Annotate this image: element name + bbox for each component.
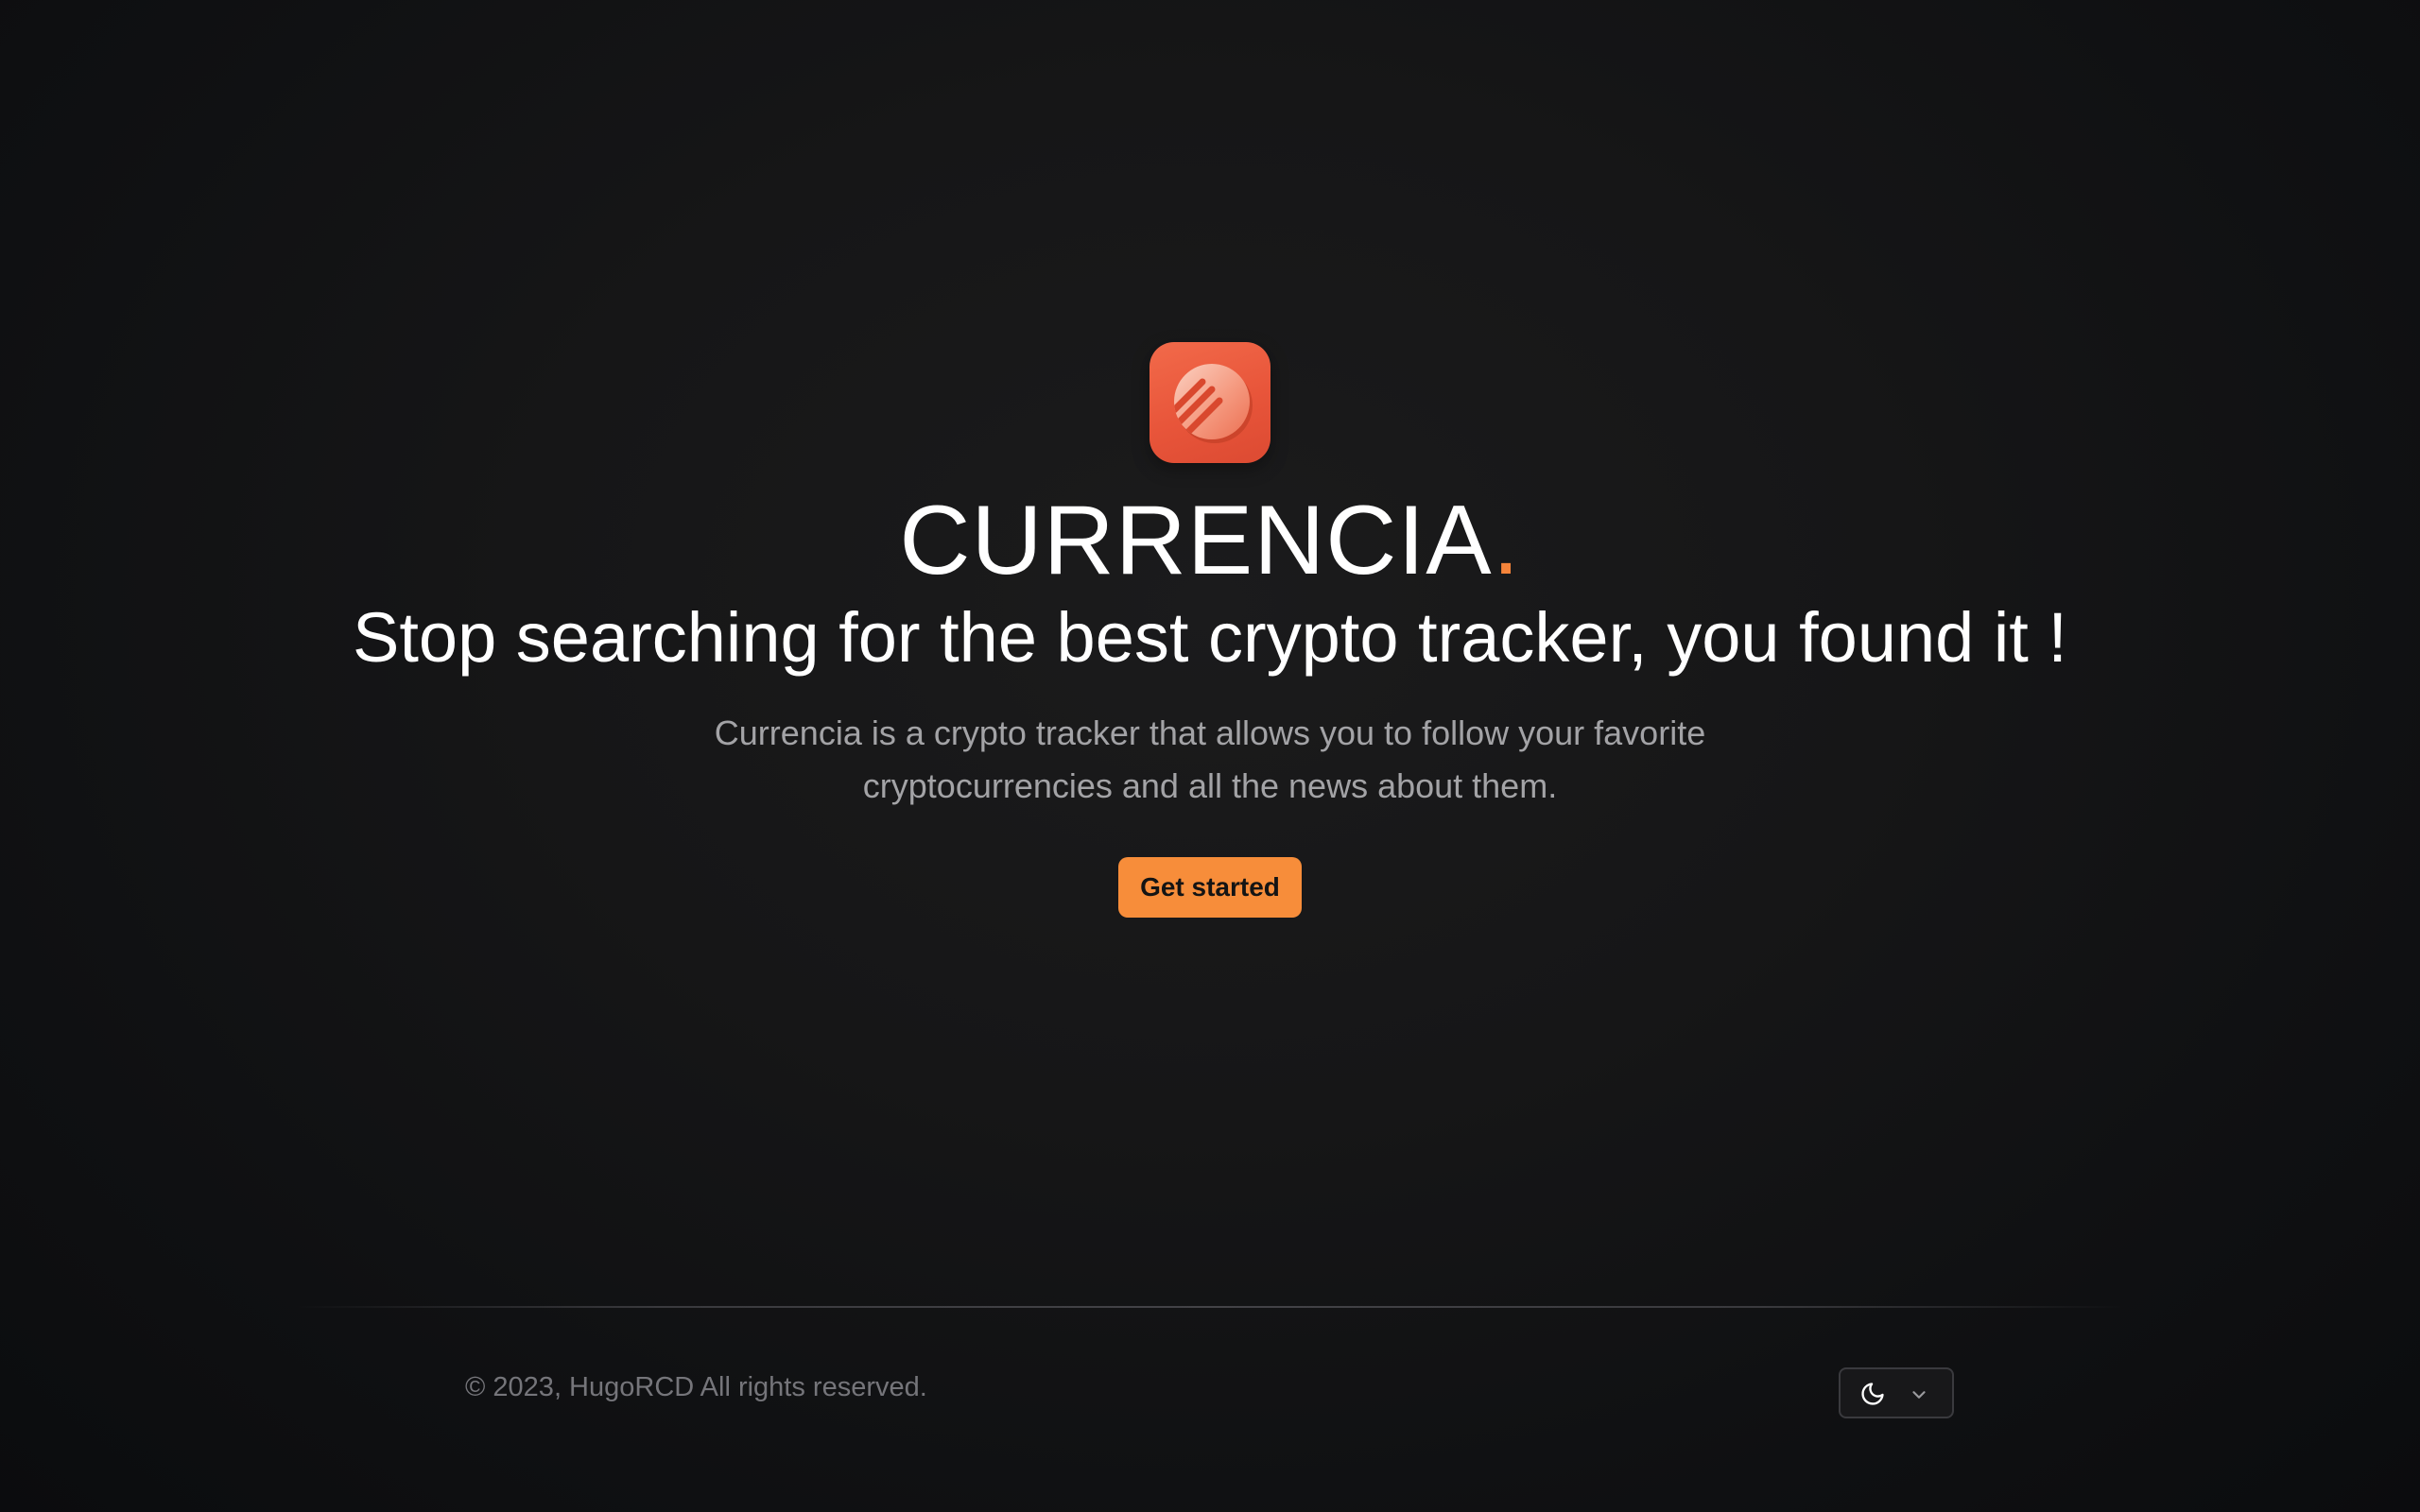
headline: Stop searching for the best crypto track… <box>353 598 2067 677</box>
chevron-down-icon <box>1909 1384 1929 1410</box>
copyright-text: © 2023, HugoRCD All rights reserved. <box>465 1372 927 1402</box>
brand-dot: . <box>1492 486 1521 595</box>
moon-icon <box>1859 1381 1886 1412</box>
brand-name: CURRENCIA <box>899 486 1493 595</box>
footer-divider <box>293 1306 2127 1308</box>
brand-title: CURRENCIA. <box>0 484 2420 597</box>
currencia-logo-icon <box>1150 342 1270 463</box>
description-text: Currencia is a crypto tracker that allow… <box>714 713 1706 805</box>
theme-selector[interactable] <box>1839 1367 1954 1418</box>
get-started-button[interactable]: Get started <box>1118 857 1302 918</box>
